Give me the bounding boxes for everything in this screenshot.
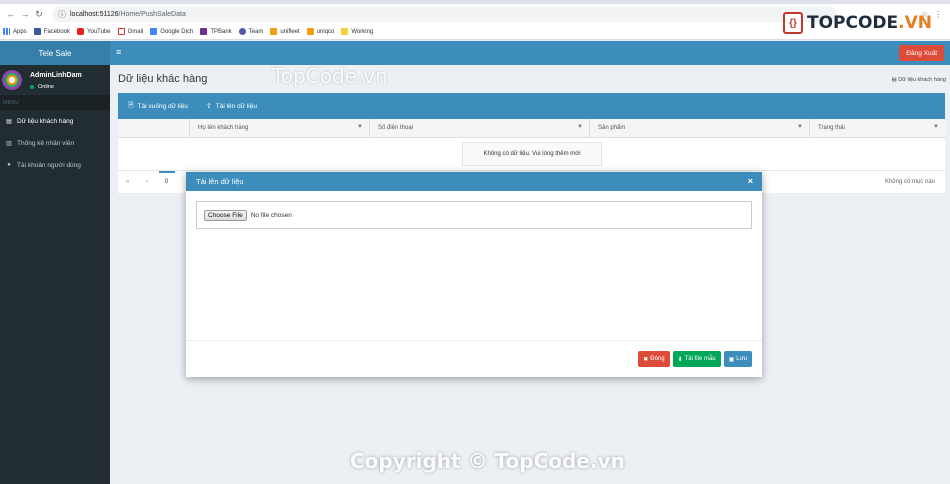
file-status: No file chosen bbox=[250, 211, 292, 219]
page-title: Dữ liệu khác hàng bbox=[118, 73, 208, 85]
top-navbar: ≡ Đăng Xuất bbox=[110, 41, 950, 65]
online-dot-icon bbox=[30, 85, 34, 89]
watermark-copyright: Copyright © TopCode.vn bbox=[350, 449, 625, 473]
modal-title: Tải lên dữ liệu bbox=[196, 177, 244, 186]
bookmark-facebook[interactable]: Facebook bbox=[33, 28, 70, 35]
bookmark-gmail[interactable]: Gmail bbox=[117, 28, 143, 35]
data-toolbar: 🗎 Tải xuống dữ liệu ⇪ Tải lên dữ liệu bbox=[118, 93, 945, 119]
url-path: /Home/PushSaleData bbox=[118, 10, 186, 18]
bookmark-apps[interactable]: Apps bbox=[3, 28, 27, 35]
database-icon: ▤ bbox=[6, 118, 12, 125]
current-page-indicator bbox=[159, 171, 175, 173]
upload-data-button[interactable]: ⇪ Tải lên dữ liệu bbox=[205, 102, 257, 111]
team-icon bbox=[238, 28, 246, 35]
reload-icon[interactable]: ↻ bbox=[32, 9, 46, 20]
bookmark-unifleet[interactable]: unifleet bbox=[270, 28, 300, 35]
uniqco-icon bbox=[306, 28, 314, 35]
filter-icon[interactable]: ▼ bbox=[577, 124, 583, 130]
forward-icon[interactable]: → bbox=[18, 9, 32, 19]
sidebar: AdminLinhDam Online MENU ▤ Dữ liệu khách… bbox=[0, 65, 110, 484]
save-icon: ▣ bbox=[728, 356, 735, 363]
user-status: Online bbox=[30, 84, 54, 90]
modal-footer: ✖ Đóng ⬇ Tải file mẫu ▣ Lưu bbox=[638, 351, 752, 367]
user-name: AdminLinhDam bbox=[30, 72, 82, 79]
close-button[interactable]: ✖ Đóng bbox=[638, 351, 670, 367]
folder-icon bbox=[341, 28, 349, 35]
menu-header: MENU bbox=[0, 95, 110, 110]
modal-divider bbox=[186, 340, 762, 341]
gmail-icon bbox=[117, 28, 125, 35]
prev-page-icon[interactable]: ‹ bbox=[146, 179, 148, 185]
watermark-center: TopCode.vn bbox=[272, 64, 388, 88]
topcode-logo: {} TOPCODE.VN bbox=[782, 12, 932, 34]
download-template-button[interactable]: ⬇ Tải file mẫu bbox=[672, 351, 721, 367]
address-bar[interactable]: ⓘ localhost:51126/Home/PushSaleData bbox=[52, 6, 837, 22]
tpbank-icon bbox=[200, 28, 208, 35]
no-data-message: Không có dữ liệu. Vui lòng thêm mới bbox=[462, 142, 602, 166]
grid-header: Họ tên khách hàng ▼ Số điện thoại ▼ Sản ph… bbox=[118, 119, 945, 138]
sidebar-item-label: Dữ liệu khách hàng bbox=[17, 117, 74, 125]
topcode-logo-text: TOPCODE.VN bbox=[806, 13, 932, 33]
file-input-wrapper: Choose File No file chosen bbox=[196, 201, 752, 229]
youtube-icon bbox=[77, 28, 85, 35]
translate-icon bbox=[150, 28, 158, 35]
close-icon[interactable]: × bbox=[748, 176, 753, 186]
download-data-button[interactable]: 🗎 Tải xuống dữ liệu bbox=[128, 101, 188, 112]
apps-grid-icon bbox=[3, 28, 10, 35]
sidebar-item-customer-data[interactable]: ▤ Dữ liệu khách hàng bbox=[0, 110, 110, 132]
column-header-product[interactable]: Sản phẩm ▼ bbox=[589, 119, 809, 138]
upload-icon: ⇪ bbox=[205, 103, 212, 110]
file-download-icon: 🗎 bbox=[128, 101, 134, 109]
bookmark-uniqco[interactable]: uniqco bbox=[306, 28, 334, 35]
sidebar-item-user-accounts[interactable]: ● Tài khoản người dùng bbox=[0, 154, 110, 176]
first-page-icon[interactable]: « bbox=[126, 179, 129, 185]
save-button[interactable]: ▣ Lưu bbox=[723, 351, 752, 367]
bookmark-google-translate[interactable]: Google Dịch bbox=[150, 28, 193, 35]
user-panel: AdminLinhDam Online bbox=[0, 65, 110, 95]
choose-file-button[interactable]: Choose File bbox=[204, 209, 247, 221]
sidebar-item-label: Thống kê nhân viên bbox=[17, 139, 75, 147]
bookmark-tpbank[interactable]: TPBank bbox=[200, 28, 232, 35]
filter-icon[interactable]: ▼ bbox=[357, 124, 363, 130]
page-number[interactable]: 0 bbox=[165, 179, 168, 185]
sidebar-item-label: Tài khoản người dùng bbox=[17, 161, 81, 169]
filter-icon[interactable]: ▼ bbox=[933, 124, 939, 130]
bar-chart-icon: ▥ bbox=[6, 140, 12, 147]
url-host: localhost:51126 bbox=[70, 10, 119, 18]
topcode-logo-mark: {} bbox=[782, 12, 803, 34]
column-header-phone[interactable]: Số điện thoại ▼ bbox=[369, 119, 589, 138]
bookmark-team[interactable]: Team bbox=[238, 28, 263, 35]
app-title[interactable]: Tele Sale bbox=[0, 41, 110, 65]
breadcrumb[interactable]: ▤ Dữ liệu khách hàng bbox=[892, 77, 946, 83]
bookmark-working[interactable]: Working bbox=[341, 28, 373, 35]
info-icon[interactable]: ⓘ bbox=[58, 9, 66, 20]
filter-icon[interactable]: ▼ bbox=[797, 124, 803, 130]
download-icon: ⬇ bbox=[677, 356, 683, 363]
menu-dots-icon[interactable]: ⋮ bbox=[934, 10, 942, 19]
pager-info: Không có mục nào bbox=[884, 179, 935, 185]
logout-button[interactable]: Đăng Xuất bbox=[899, 45, 944, 61]
user-icon: ● bbox=[7, 162, 11, 168]
column-header-name[interactable]: Họ tên khách hàng ▼ bbox=[189, 119, 369, 138]
facebook-icon bbox=[33, 28, 41, 35]
bookmark-youtube[interactable]: YouTube bbox=[77, 28, 111, 35]
unifleet-icon bbox=[270, 28, 278, 35]
times-icon: ✖ bbox=[643, 356, 649, 363]
upload-modal: Tải lên dữ liệu × Choose File No file ch… bbox=[186, 172, 762, 377]
avatar bbox=[2, 70, 22, 90]
modal-header: Tải lên dữ liệu × bbox=[186, 172, 762, 191]
column-header-status[interactable]: Trạng thái ▼ bbox=[809, 119, 945, 138]
back-icon[interactable]: ← bbox=[4, 9, 18, 19]
sidebar-toggle-icon[interactable]: ≡ bbox=[116, 47, 121, 57]
sidebar-item-staff-stats[interactable]: ▥ Thống kê nhân viên bbox=[0, 132, 110, 154]
